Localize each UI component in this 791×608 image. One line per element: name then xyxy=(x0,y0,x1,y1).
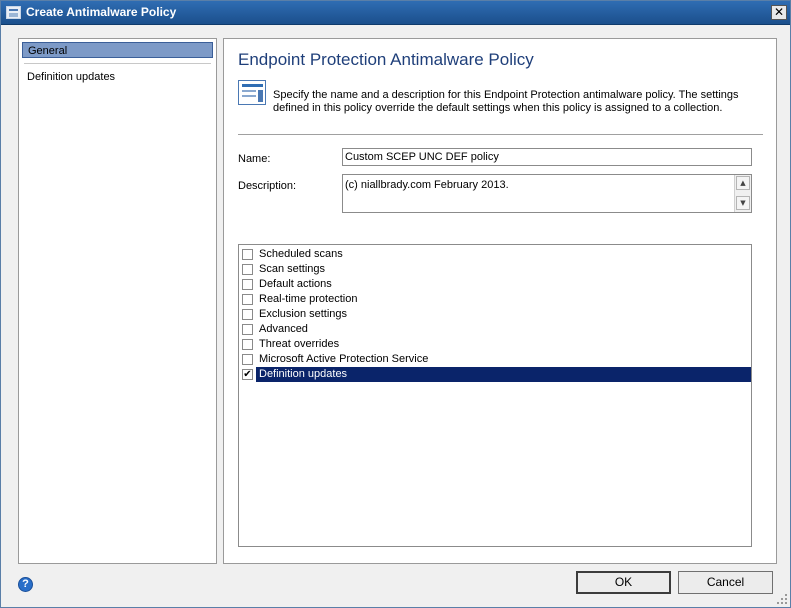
window-title: Create Antimalware Policy xyxy=(26,5,177,19)
nav-item-general[interactable]: General xyxy=(22,42,213,58)
list-item-label: Default actions xyxy=(259,278,332,290)
checkbox[interactable] xyxy=(242,339,253,350)
description-scrollbar[interactable]: ▲ ▼ xyxy=(734,175,751,212)
list-item-threat-overrides[interactable]: Threat overrides xyxy=(239,337,751,352)
list-item-active-protection-service[interactable]: Microsoft Active Protection Service xyxy=(239,352,751,367)
checkbox-checked[interactable]: ✔ xyxy=(242,369,253,380)
description-label: Description: xyxy=(238,180,297,192)
list-item-advanced[interactable]: Advanced xyxy=(239,322,751,337)
checkbox[interactable] xyxy=(242,279,253,290)
settings-checklist: Scheduled scans Scan settings Default ac… xyxy=(238,244,752,547)
ok-button[interactable]: OK xyxy=(576,571,671,594)
checkbox[interactable] xyxy=(242,354,253,365)
checkbox[interactable] xyxy=(242,264,253,275)
list-item-label: Scan settings xyxy=(259,263,326,275)
navigation-panel: General Definition updates xyxy=(18,38,217,564)
checkbox[interactable] xyxy=(242,309,253,320)
list-item-scan-settings[interactable]: Scan settings xyxy=(239,262,751,277)
general-page: Endpoint Protection Antimalware Policy S… xyxy=(223,38,777,564)
list-item-label: Exclusion settings xyxy=(259,308,348,320)
close-icon: ✕ xyxy=(773,5,785,19)
help-icon[interactable]: ? xyxy=(18,577,33,592)
list-item-label: Threat overrides xyxy=(259,338,340,350)
list-item-label: Advanced xyxy=(259,323,308,335)
close-button[interactable]: ✕ xyxy=(771,5,787,20)
scroll-down-icon[interactable]: ▼ xyxy=(736,196,750,210)
list-item-scheduled-scans[interactable]: Scheduled scans xyxy=(239,247,751,262)
page-description: Specify the name and a description for t… xyxy=(273,89,739,114)
description-field[interactable]: (c) niallbrady.com February 2013. ▲ ▼ xyxy=(342,174,752,213)
list-item-exclusion-settings[interactable]: Exclusion settings xyxy=(239,307,751,322)
list-item-real-time-protection[interactable]: Real-time protection xyxy=(239,292,751,307)
title-bar[interactable]: Create Antimalware Policy ✕ xyxy=(1,1,790,25)
checkbox[interactable] xyxy=(242,249,253,260)
list-item-default-actions[interactable]: Default actions xyxy=(239,277,751,292)
name-label: Name: xyxy=(238,153,271,165)
policy-info-icon xyxy=(238,80,266,105)
scroll-up-icon[interactable]: ▲ xyxy=(736,176,750,190)
list-item-label: Microsoft Active Protection Service xyxy=(259,353,429,365)
create-antimalware-policy-dialog: Create Antimalware Policy ✕ General Defi… xyxy=(0,0,791,608)
list-item-label: Real-time protection xyxy=(259,293,358,305)
section-divider xyxy=(238,134,763,135)
resize-grip[interactable] xyxy=(776,593,788,605)
name-field[interactable] xyxy=(342,148,752,166)
list-item-label: Scheduled scans xyxy=(259,248,343,260)
page-title: Endpoint Protection Antimalware Policy xyxy=(238,50,534,69)
list-item-label: Definition updates xyxy=(256,367,751,382)
app-icon xyxy=(6,6,21,19)
checkbox[interactable] xyxy=(242,324,253,335)
nav-divider xyxy=(24,63,211,64)
description-value: (c) niallbrady.com February 2013. xyxy=(345,179,509,191)
checkbox[interactable] xyxy=(242,294,253,305)
nav-item-definition-updates[interactable]: Definition updates xyxy=(22,69,213,85)
list-item-definition-updates[interactable]: ✔ Definition updates xyxy=(239,367,751,382)
cancel-button[interactable]: Cancel xyxy=(678,571,773,594)
